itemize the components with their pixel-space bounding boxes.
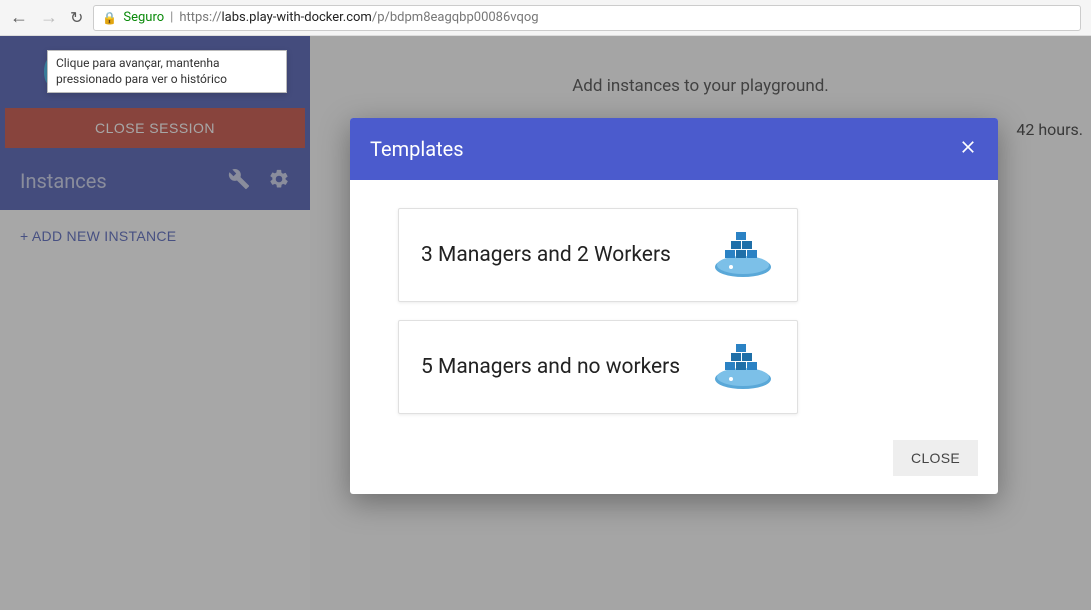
dialog-header: Templates — [350, 118, 998, 180]
docker-swarm-icon — [711, 339, 775, 395]
close-icon[interactable] — [958, 137, 978, 161]
url-path: /p/bdpm8eagqbp00086vqog — [372, 10, 539, 25]
dialog-footer: CLOSE — [350, 424, 998, 494]
forward-icon[interactable]: → — [40, 7, 58, 28]
docker-swarm-icon — [711, 227, 775, 283]
url-host: labs.play-with-docker.com — [221, 10, 371, 25]
url-protocol: https:// — [179, 10, 221, 25]
secure-label: Seguro — [123, 10, 164, 25]
template-card[interactable]: 5 Managers and no workers — [398, 320, 798, 414]
template-label: 5 Managers and no workers — [421, 355, 680, 379]
nav-tooltip: Clique para avançar, mantenha pressionad… — [47, 50, 287, 93]
dialog-body: 3 Managers and 2 Workers 5 Managers and … — [350, 180, 998, 424]
template-card[interactable]: 3 Managers and 2 Workers — [398, 208, 798, 302]
url-bar[interactable]: 🔒 Seguro | https://labs.play-with-docker… — [93, 5, 1081, 31]
back-icon[interactable]: ← — [10, 7, 28, 28]
browser-bar: ← → ↻ 🔒 Seguro | https://labs.play-with-… — [0, 0, 1091, 36]
url-text: https://labs.play-with-docker.com/p/bdpm… — [179, 10, 538, 25]
dialog-title: Templates — [370, 137, 464, 161]
close-button[interactable]: CLOSE — [893, 440, 978, 476]
templates-dialog: Templates 3 Managers and 2 Workers — [350, 118, 998, 494]
nav-arrows: ← → ↻ — [10, 7, 83, 28]
template-label: 3 Managers and 2 Workers — [421, 243, 671, 267]
url-separator: | — [170, 10, 173, 25]
lock-icon: 🔒 — [102, 11, 117, 25]
reload-icon[interactable]: ↻ — [70, 8, 83, 27]
